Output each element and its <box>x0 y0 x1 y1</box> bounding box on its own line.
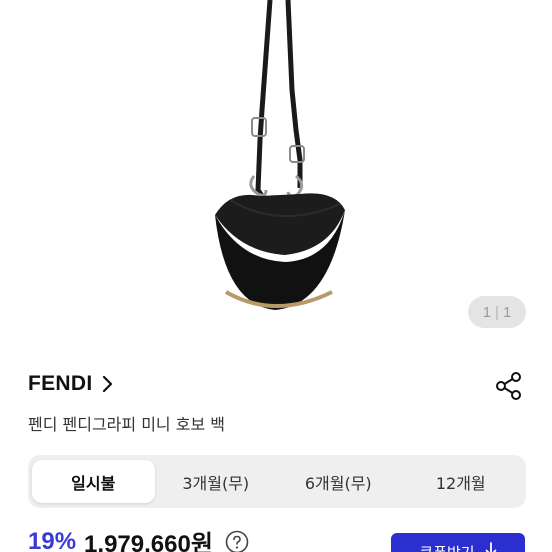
tab-3-months[interactable]: 3개월(무) <box>155 460 278 503</box>
discount-rate: 19% <box>28 527 77 552</box>
image-counter-separator: | <box>495 303 499 321</box>
brand-link[interactable]: FENDI <box>28 372 113 396</box>
image-counter-total: 1 <box>502 303 512 321</box>
chevron-right-icon <box>102 375 112 393</box>
coupon-download-button[interactable]: 쿠폰받기 <box>391 533 525 552</box>
download-arrow-icon <box>485 542 496 552</box>
image-counter: 1 | 1 <box>468 296 526 328</box>
tab-12-months[interactable]: 12개월 <box>400 460 523 503</box>
product-image-area[interactable]: 1 | 1 <box>0 0 552 350</box>
coupon-button-label: 쿠폰받기 <box>419 542 474 552</box>
product-image[interactable] <box>0 0 552 350</box>
tab-6-months[interactable]: 6개월(무) <box>277 460 400 503</box>
share-icon[interactable] <box>494 371 524 401</box>
brand-name: FENDI <box>28 372 93 395</box>
product-title: 펜디 펜디그라피 미니 호보 백 <box>28 415 225 434</box>
price-row: 19% 1,979,660원 <box>28 524 249 552</box>
image-counter-current: 1 <box>482 303 492 321</box>
help-icon[interactable] <box>225 530 249 552</box>
installment-tabs: 일시불 3개월(무) 6개월(무) 12개월 <box>28 455 526 508</box>
tab-lump-sum[interactable]: 일시불 <box>32 460 155 503</box>
price-amount: 1,979,660원 <box>84 531 213 552</box>
